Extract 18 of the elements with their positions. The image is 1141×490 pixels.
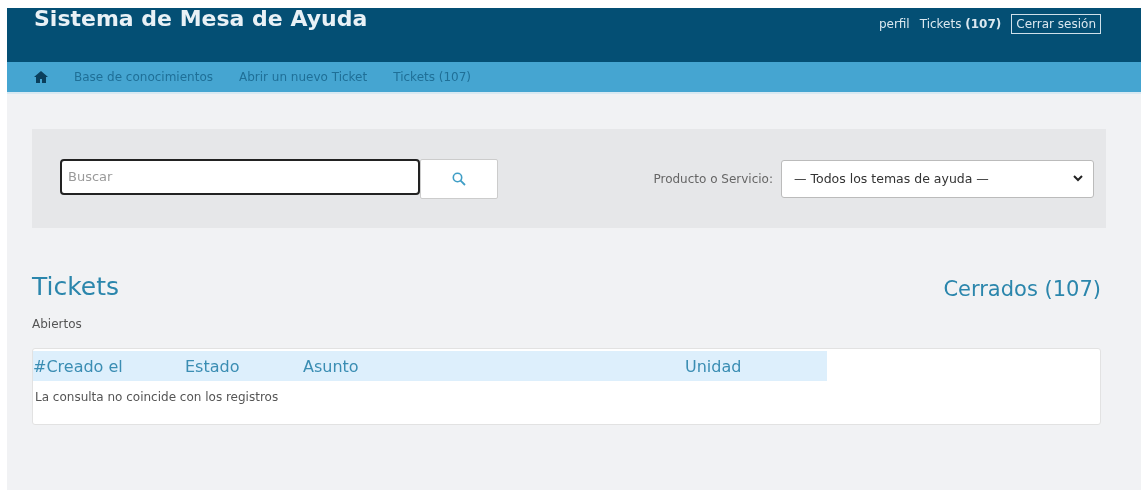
column-header: Asunto	[303, 356, 359, 376]
header-link[interactable]: perfil	[878, 17, 910, 31]
section-label: Abiertos	[32, 317, 83, 331]
column-header: Unidad	[685, 356, 742, 376]
filter-label: Producto o Servicio:	[653, 171, 773, 186]
closed-tickets-link[interactable]: Cerrados (107)	[943, 277, 1101, 301]
logout-button[interactable]: Cerrar sesión	[1011, 14, 1101, 34]
chevron-icon	[1073, 175, 1083, 182]
search-field[interactable]: Buscar	[60, 158, 420, 195]
home-icon[interactable]	[34, 71, 48, 83]
empty-message: La consulta no coincide con los registros	[35, 390, 279, 404]
search-icon	[452, 171, 466, 186]
column-header: Estado	[185, 356, 240, 376]
header-link[interactable]: Tickets (107)	[919, 17, 1002, 31]
page-heading: Tickets	[32, 272, 119, 301]
topic-dropdown[interactable]: — Todos los temas de ayuda —	[781, 159, 1094, 198]
column-header: #Creado el	[33, 356, 123, 376]
site-title: Sistema de Mesa de Ayuda	[34, 6, 368, 31]
